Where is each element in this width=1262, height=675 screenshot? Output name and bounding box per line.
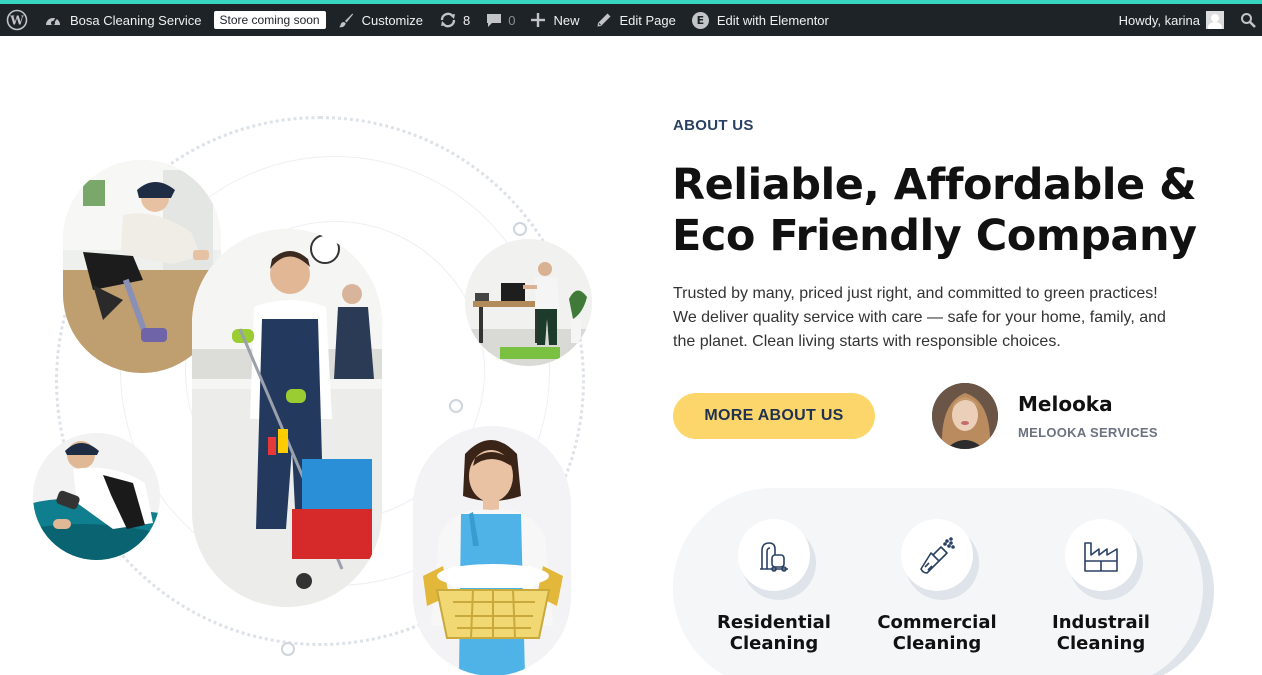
photo-office-cleaning bbox=[465, 239, 592, 366]
comment-icon bbox=[486, 12, 502, 28]
decorative-dot bbox=[449, 399, 463, 413]
svg-text:W: W bbox=[9, 14, 24, 28]
user-avatar bbox=[1206, 11, 1224, 29]
edit-page-link[interactable]: Edit Page bbox=[588, 4, 684, 36]
brush-spray-icon bbox=[901, 519, 973, 591]
author-avatar bbox=[932, 383, 998, 449]
wp-logo-menu[interactable]: W bbox=[0, 4, 36, 36]
search-toggle[interactable] bbox=[1232, 4, 1262, 36]
site-name: Bosa Cleaning Service bbox=[70, 12, 202, 28]
edit-with-elementor-link[interactable]: E Edit with Elementor bbox=[684, 4, 837, 36]
photo-cleaner-with-cart bbox=[192, 229, 382, 607]
description-line: Trusted by many, priced just right, and … bbox=[673, 285, 1158, 302]
service-label-line: Residential bbox=[717, 612, 831, 633]
services-panel: Residential Cleaning Commercial Cleaning bbox=[673, 488, 1203, 675]
service-label: Industrail Cleaning bbox=[1026, 612, 1176, 654]
description-line: the planet. Clean living starts with res… bbox=[673, 333, 1061, 350]
vacuum-icon bbox=[738, 519, 810, 591]
comments-link[interactable]: 0 bbox=[478, 4, 523, 36]
updates-count: 8 bbox=[463, 12, 471, 28]
site-name-menu[interactable]: Bosa Cleaning Service bbox=[36, 4, 210, 36]
updates-icon bbox=[439, 12, 457, 28]
section-label: ABOUT US bbox=[673, 117, 754, 134]
decorative-dot bbox=[281, 642, 295, 656]
customize-label: Customize bbox=[361, 12, 424, 28]
service-industrial[interactable]: Industrail Cleaning bbox=[1026, 488, 1176, 675]
decorative-dot bbox=[513, 222, 527, 236]
headline-line: Eco Friendly Company bbox=[672, 211, 1197, 261]
service-label-line: Cleaning bbox=[892, 633, 982, 654]
service-label: Residential Cleaning bbox=[699, 612, 849, 654]
plus-icon bbox=[531, 13, 546, 27]
author-name: Melooka bbox=[1018, 392, 1113, 416]
brush-icon bbox=[338, 12, 354, 28]
service-label-line: Cleaning bbox=[729, 633, 819, 654]
wordpress-icon: W bbox=[6, 9, 28, 31]
about-description: Trusted by many, priced just right, and … bbox=[673, 282, 1213, 354]
store-status-badge[interactable]: Store coming soon bbox=[213, 11, 326, 29]
image-collage bbox=[0, 36, 640, 675]
elementor-icon: E bbox=[691, 11, 709, 29]
author-role: MELOOKA SERVICES bbox=[1018, 425, 1158, 440]
new-content-menu[interactable]: New bbox=[523, 4, 587, 36]
page-headline: Reliable, Affordable & Eco Friendly Comp… bbox=[672, 160, 1232, 262]
service-label-line: Industrail bbox=[1052, 612, 1150, 633]
search-icon bbox=[1240, 12, 1256, 28]
service-label-line: Cleaning bbox=[1056, 633, 1146, 654]
factory-icon bbox=[1065, 519, 1137, 591]
dashboard-icon bbox=[44, 12, 62, 28]
howdy-label: Howdy, karina bbox=[1118, 12, 1200, 28]
edit-page-label: Edit Page bbox=[619, 12, 676, 28]
more-about-us-button[interactable]: MORE ABOUT US bbox=[673, 393, 875, 439]
customize-link[interactable]: Customize bbox=[330, 4, 431, 36]
pencil-icon bbox=[596, 12, 612, 28]
updates-link[interactable]: 8 bbox=[431, 4, 478, 36]
description-line: We deliver quality service with care — s… bbox=[673, 309, 1166, 326]
comments-count: 0 bbox=[508, 12, 516, 28]
service-label-line: Commercial bbox=[877, 612, 997, 633]
admin-bar: W Bosa Cleaning Service Store coming soo… bbox=[0, 0, 1262, 36]
service-commercial[interactable]: Commercial Cleaning bbox=[862, 488, 1012, 675]
photo-sofa-cleaning bbox=[33, 433, 160, 560]
edit-elementor-label: Edit with Elementor bbox=[716, 12, 829, 28]
service-residential[interactable]: Residential Cleaning bbox=[699, 488, 849, 675]
account-menu[interactable]: Howdy, karina bbox=[1111, 4, 1232, 36]
new-label: New bbox=[553, 12, 580, 28]
service-label: Commercial Cleaning bbox=[862, 612, 1012, 654]
headline-line: Reliable, Affordable & bbox=[672, 160, 1197, 210]
photo-laundry-woman bbox=[413, 426, 571, 675]
